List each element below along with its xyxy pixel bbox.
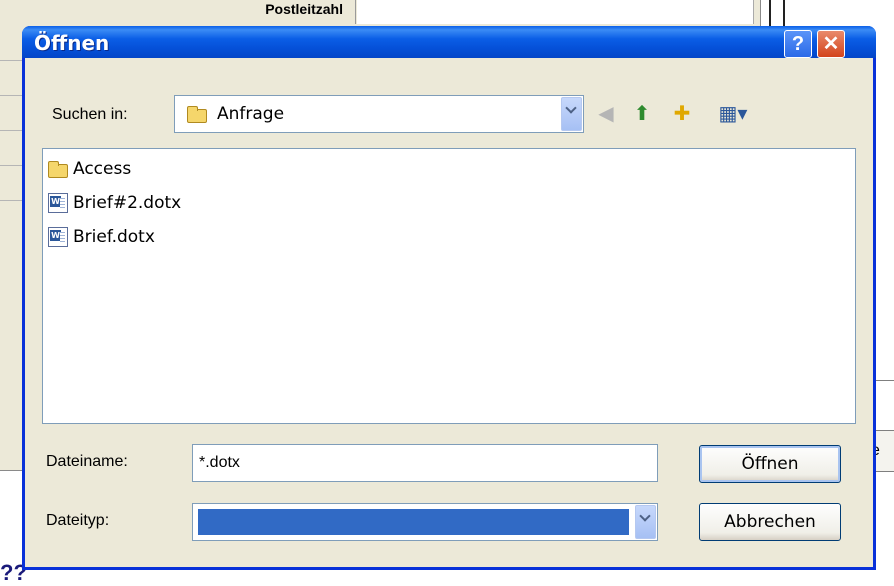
filetype-selection	[198, 509, 629, 535]
word-document-icon: W	[48, 193, 68, 213]
cancel-button[interactable]: Abbrechen	[699, 503, 841, 541]
look-in-label: Suchen in:	[52, 106, 128, 123]
chevron-down-icon[interactable]	[561, 97, 582, 131]
dialog-titlebar[interactable]: Öffnen ? ✕	[22, 26, 876, 58]
look-in-value: Anfrage	[217, 104, 285, 124]
up-folder-icon[interactable]: ⬆	[630, 102, 654, 126]
filename-label: Dateiname:	[46, 453, 128, 470]
filename-field[interactable]	[192, 444, 658, 482]
open-button[interactable]: Öffnen	[699, 445, 841, 483]
close-icon: ✕	[822, 33, 840, 55]
filetype-label: Dateityp:	[46, 512, 110, 529]
word-document-icon: W	[48, 227, 68, 247]
dialog-title: Öffnen	[34, 31, 110, 55]
file-name: Brief.dotx	[73, 227, 155, 247]
file-name: Brief#2.dotx	[73, 193, 182, 213]
background-cell	[357, 0, 754, 24]
close-button[interactable]: ✕	[817, 30, 845, 58]
chevron-down-icon[interactable]	[635, 505, 656, 539]
views-menu-icon[interactable]: ▦▾	[713, 102, 753, 126]
open-file-dialog: Öffnen ? ✕ Suchen in: Anfrage ◀ ⬆ ✚ ▦▾ A…	[22, 26, 876, 570]
folder-icon	[187, 106, 207, 123]
help-icon: ?	[791, 33, 805, 55]
new-folder-icon[interactable]: ✚	[670, 102, 694, 126]
filetype-dropdown[interactable]	[192, 503, 658, 541]
file-name: Access	[73, 159, 132, 179]
look-in-dropdown[interactable]: Anfrage	[174, 95, 584, 133]
file-list[interactable]: Access W Brief#2.dotx W Brief.dotx	[42, 148, 856, 424]
folder-icon	[48, 161, 68, 178]
background-column-header: Postleitzahl	[200, 0, 356, 24]
back-icon[interactable]: ◀	[594, 102, 618, 126]
help-button[interactable]: ?	[784, 30, 812, 58]
